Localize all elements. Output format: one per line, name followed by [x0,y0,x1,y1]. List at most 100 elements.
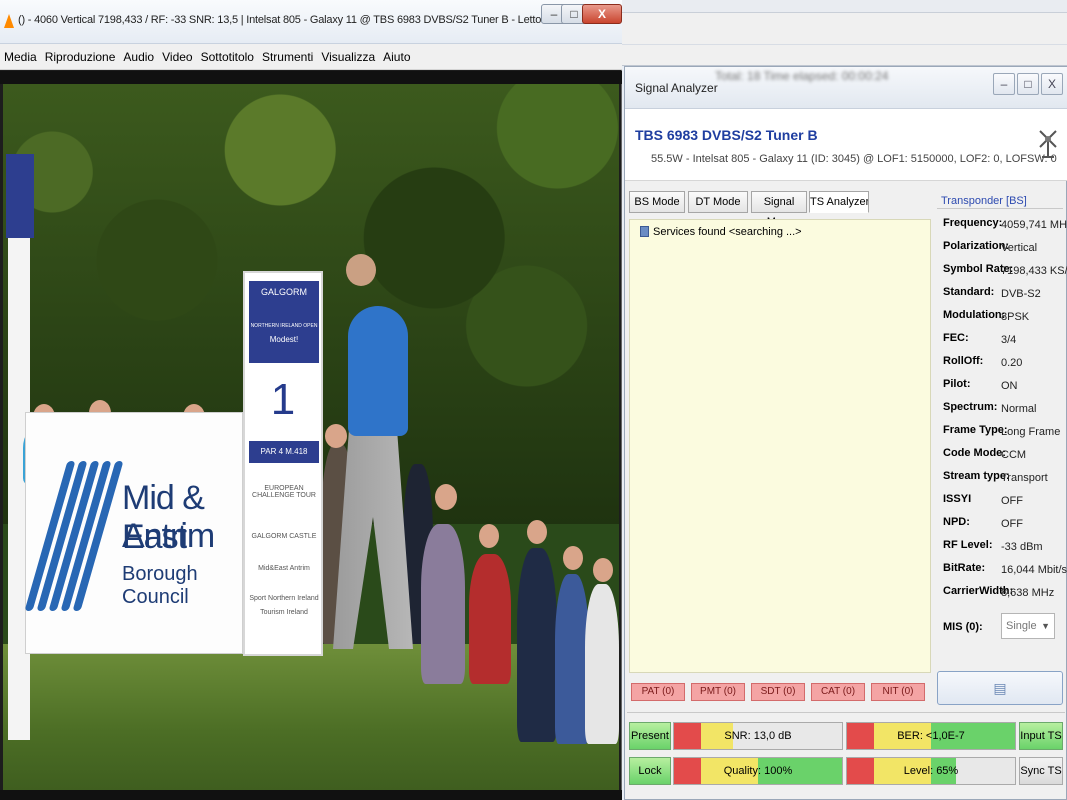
sa-maximize-button[interactable]: □ [1017,73,1039,95]
tab-ts-analyzer[interactable]: TS Analyzer (OK [809,191,869,213]
snr-meter: SNR: 13,0 dB [673,722,843,750]
transponder-value: 3/4 [1001,334,1017,346]
table-status-cat: CAT (0) [811,683,865,701]
transponder-row: BitRate: 16,044 Mbit/s [943,562,1067,584]
menu-audio[interactable]: Audio [119,44,158,70]
transponder-key: Spectrum: [943,401,998,413]
menu-visualizza[interactable]: Visualizza [317,44,379,70]
transponder-row: Polarization: Vertical [943,240,1065,262]
services-tree[interactable]: Services found <searching ...> [629,219,931,673]
lock-indicator: Lock [629,757,671,785]
level-meter: Level: 65% [846,757,1016,785]
vlc-window: () - 4060 Vertical 7198,433 / RF: -33 SN… [0,0,637,800]
signal-analyzer-title-bar[interactable]: Total: 18 Time elapsed: 00:00:24 Signal … [625,67,1067,109]
vlc-cone-icon [4,14,14,28]
sa-close-button[interactable]: X [1041,73,1063,95]
sign-par: PAR 4 M.418 YDS.457 [249,441,319,478]
transponder-key: Polarization: [943,240,1010,252]
mis-label: MIS (0): [943,621,983,633]
transponder-row: Code Mode: CCM [943,447,1065,469]
input-ts-indicator: Input TS [1019,722,1063,750]
tab-signal-mon[interactable]: Signal Mon. [751,191,807,228]
transponder-value: Vertical [1001,242,1038,254]
tab-bs-mode[interactable]: BS Mode [629,191,685,213]
video-letterbox-bottom [0,790,622,800]
table-status-nit: NIT (0) [871,683,925,701]
menu-media[interactable]: Media [0,44,41,70]
signal-analyzer-window: Total: 18 Time elapsed: 00:00:24 Signal … [624,66,1067,800]
ber-label: BER: <1,0E-7 [897,730,965,742]
mis-select[interactable]: Single ▼ [1001,613,1055,639]
transponder-value: 8,638 MHz [1001,587,1055,599]
video-tee-sign: GALGORM NORTHERN IRELAND OPEN Modest! 1 … [243,271,323,656]
transponder-key: RollOff: [943,355,984,367]
transponder-row: RF Level: -33 dBm [943,539,1065,561]
sign-sponsor-3: Mid&East Antrim [258,565,310,572]
background-window [622,0,1067,66]
video-letterbox-top [0,71,622,84]
ber-meter: BER: <1,0E-7 [846,722,1016,750]
council-logo [24,461,124,611]
transponder-row: Modulation: 8PSK [943,309,1065,331]
transponder-key: Stream type: [943,470,1010,482]
transponder-row: RollOff: 0.20 [943,355,1065,377]
quality-label: Quality: 100% [723,765,793,777]
sign-sponsor-5: Tourism Ireland [260,609,308,616]
document-icon: ▤ [993,680,1007,696]
transponder-key: Modulation: [943,309,1006,321]
table-status-pat: PAT (0) [631,683,685,701]
sign-sponsor-1: EUROPEAN CHALLENGE TOUR [252,485,316,499]
transponder-row: NPD: OFF [943,516,1065,538]
tab-dt-mode[interactable]: DT Mode [688,191,748,213]
transponder-value: Transport [1001,472,1048,484]
transponder-key: Frame Type: [943,424,1008,436]
transponder-row: Pilot: ON [943,378,1065,400]
menu-riproduzione[interactable]: Riproduzione [41,44,120,70]
transponder-row: Spectrum: Normal [943,401,1065,423]
transponder-value: Normal [1001,403,1037,415]
close-button[interactable]: X [582,4,622,24]
transponder-key: RF Level: [943,539,993,551]
transponder-row: Stream type: Transport [943,470,1065,492]
present-indicator: Present [629,722,671,750]
sa-minimize-button[interactable]: – [993,73,1015,95]
table-status-pmt: PMT (0) [691,683,745,701]
transponder-value: 16,044 Mbit/s [1001,564,1067,576]
transponder-value: DVB-S2 [1001,288,1041,300]
golfer-body [348,306,408,436]
video-banner-mid-east-antrim: Mid & East Antrim Borough Council [24,412,243,654]
transponder-key: Pilot: [943,378,971,390]
video-frame[interactable]: Mid & East Antrim Borough Council GALGOR… [3,84,619,790]
menu-sottotitolo[interactable]: Sottotitolo [197,44,258,70]
transponder-key: FEC: [943,332,969,344]
tree-node-services[interactable]: Services found <searching ...> [640,226,802,238]
banner-line-3: Borough Council [122,563,198,608]
tuner-header: TBS 6983 DVBS/S2 Tuner B 55.5W - Intelsa… [625,109,1067,181]
transponder-key: Code Mode: [943,447,1006,459]
transponder-row: Frame Type: Long Frame [943,424,1065,446]
transponder-value: CCM [1001,449,1027,461]
chevron-down-icon: ▼ [1041,621,1050,631]
transponder-value: Long Frame [1001,426,1061,438]
level-label: Level: 65% [903,765,959,777]
vlc-menu-bar: Media Riproduzione Audio Video Sottotitolo St… [0,44,622,70]
tuner-name: TBS 6983 DVBS/S2 Tuner B [635,127,818,143]
transponder-key: BitRate: [943,562,986,574]
sync-ts-indicator: Sync TS [1019,757,1063,785]
transponder-value: 8PSK [1001,311,1030,323]
scan-button[interactable]: ▤ [937,671,1063,705]
menu-strumenti[interactable]: Strumenti [258,44,317,70]
banner-line-2: Antrim [122,517,215,555]
vlc-title-bar[interactable]: () - 4060 Vertical 7198,433 / RF: -33 SN… [0,0,637,44]
transponder-title: Transponder [BS] [941,195,1027,207]
signal-analyzer-title: Signal Analyzer [635,81,718,95]
menu-aiuto[interactable]: Aiuto [379,44,414,70]
blurred-status-text: Total: 18 Time elapsed: 00:00:24 [715,69,889,83]
quality-meter: Quality: 100% [673,757,843,785]
transponder-row: ISSYI OFF [943,493,1065,515]
menu-video[interactable]: Video [158,44,196,70]
video-pole-flag [6,154,34,238]
satellite-dish-icon [1039,130,1057,158]
snr-label: SNR: 13,0 dB [724,730,792,742]
tuner-info: 55.5W - Intelsat 805 - Galaxy 11 (ID: 30… [651,153,1057,165]
